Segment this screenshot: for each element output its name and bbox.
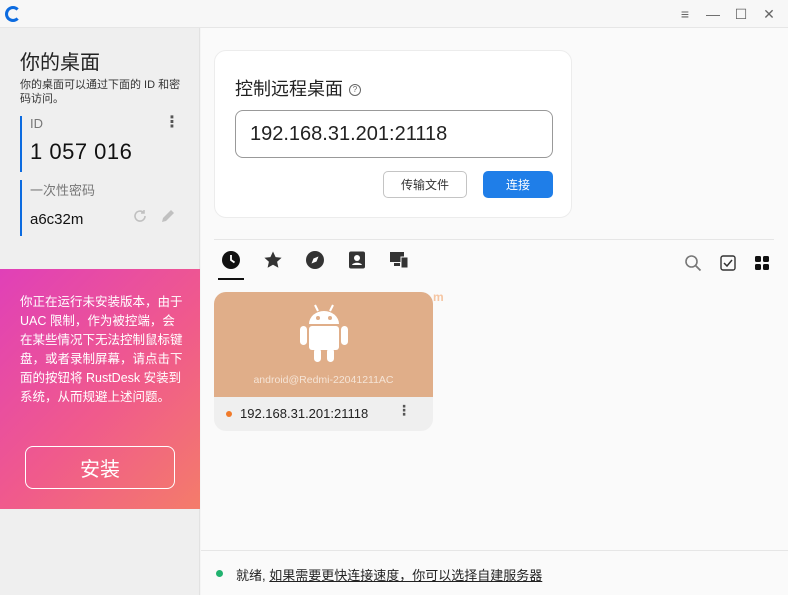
main-panel: 控制远程桌面? 传输文件 连接 m [201, 28, 788, 595]
sidebar: 你的桌面 你的桌面可以通过下面的 ID 和密码访问。 ID 1 057 016 … [0, 28, 200, 595]
devices-icon [390, 252, 409, 269]
warning-text: 你正在运行未安装版本，由于 UAC 限制，作为被控端，会在某些情况下无法控制鼠标… [20, 295, 183, 404]
grid-view-icon[interactable] [754, 255, 770, 271]
install-button[interactable]: 安装 [25, 446, 175, 489]
install-warning: 你正在运行未安装版本，由于 UAC 限制，作为被控端，会在某些情况下无法控制鼠标… [0, 269, 200, 509]
self-host-link[interactable]: 如果需要更快连接速度，你可以选择自建服务器 [269, 568, 542, 583]
status-text: 就绪, 如果需要更快连接速度，你可以选择自建服务器 [236, 565, 542, 584]
rustdesk-logo-icon [5, 6, 21, 22]
peer-status-dot [226, 411, 232, 417]
peer-address: 192.168.31.201:21118 [240, 406, 369, 421]
status-prefix: 就绪, [236, 568, 266, 583]
tab-devices[interactable] [386, 250, 412, 280]
peer-more-icon[interactable]: ⋮ [397, 403, 411, 417]
help-icon[interactable]: ? [349, 84, 361, 97]
password-actions [132, 208, 176, 229]
tab-recent[interactable] [218, 250, 244, 280]
card-title: 控制远程桌面? [235, 75, 361, 101]
watermark-text: m [433, 290, 444, 304]
search-icon[interactable] [684, 254, 702, 272]
peer-thumbnail: android@Redmi-22041211AC [214, 292, 433, 397]
peer-tools [684, 254, 770, 272]
peer-footer: 192.168.31.201:21118 ⋮ [214, 397, 433, 431]
id-value: 1 057 016 [30, 139, 133, 164]
window-controls: ≡ — ☐ ✕ [674, 4, 780, 24]
status-dot [216, 570, 223, 577]
card-title-text: 控制远程桌面 [235, 79, 343, 99]
tab-favorites[interactable] [260, 250, 286, 280]
remote-control-card: 控制远程桌面? 传输文件 连接 [214, 50, 572, 218]
minimize-icon[interactable]: — [702, 4, 724, 24]
remote-id-input[interactable] [235, 110, 553, 158]
tab-discovered[interactable] [302, 250, 328, 280]
edit-icon[interactable] [160, 208, 176, 229]
transfer-file-button[interactable]: 传输文件 [383, 171, 467, 198]
title-bar: ≡ — ☐ ✕ [0, 0, 788, 28]
peer-tabs [218, 250, 412, 280]
status-bar: 就绪, 如果需要更快连接速度，你可以选择自建服务器 [201, 550, 788, 595]
close-icon[interactable]: ✕ [758, 4, 780, 24]
password-label: 一次性密码 [30, 183, 96, 198]
checkbox-select-icon[interactable] [720, 255, 736, 271]
refresh-icon[interactable] [132, 208, 148, 229]
id-field: ID 1 057 016 ⋮ [20, 115, 190, 172]
divider [214, 239, 774, 240]
tab-address-book[interactable] [344, 250, 370, 280]
sidebar-title: 你的桌面 [20, 52, 100, 74]
more-vert-icon[interactable]: ⋮ [164, 115, 180, 131]
compass-icon [306, 251, 324, 269]
peer-card[interactable]: android@Redmi-22041211AC 192.168.31.201:… [214, 292, 433, 431]
menu-icon[interactable]: ≡ [674, 4, 696, 24]
sidebar-description: 你的桌面可以通过下面的 ID 和密码访问。 [20, 79, 181, 105]
password-field: 一次性密码 a6c32m [20, 180, 190, 236]
peer-name: android@Redmi-22041211AC [253, 374, 394, 386]
android-icon [300, 304, 348, 362]
maximize-icon[interactable]: ☐ [730, 4, 752, 24]
clock-icon [222, 251, 240, 269]
address-book-icon [349, 251, 365, 269]
star-icon [264, 251, 282, 268]
connect-button[interactable]: 连接 [483, 171, 553, 198]
